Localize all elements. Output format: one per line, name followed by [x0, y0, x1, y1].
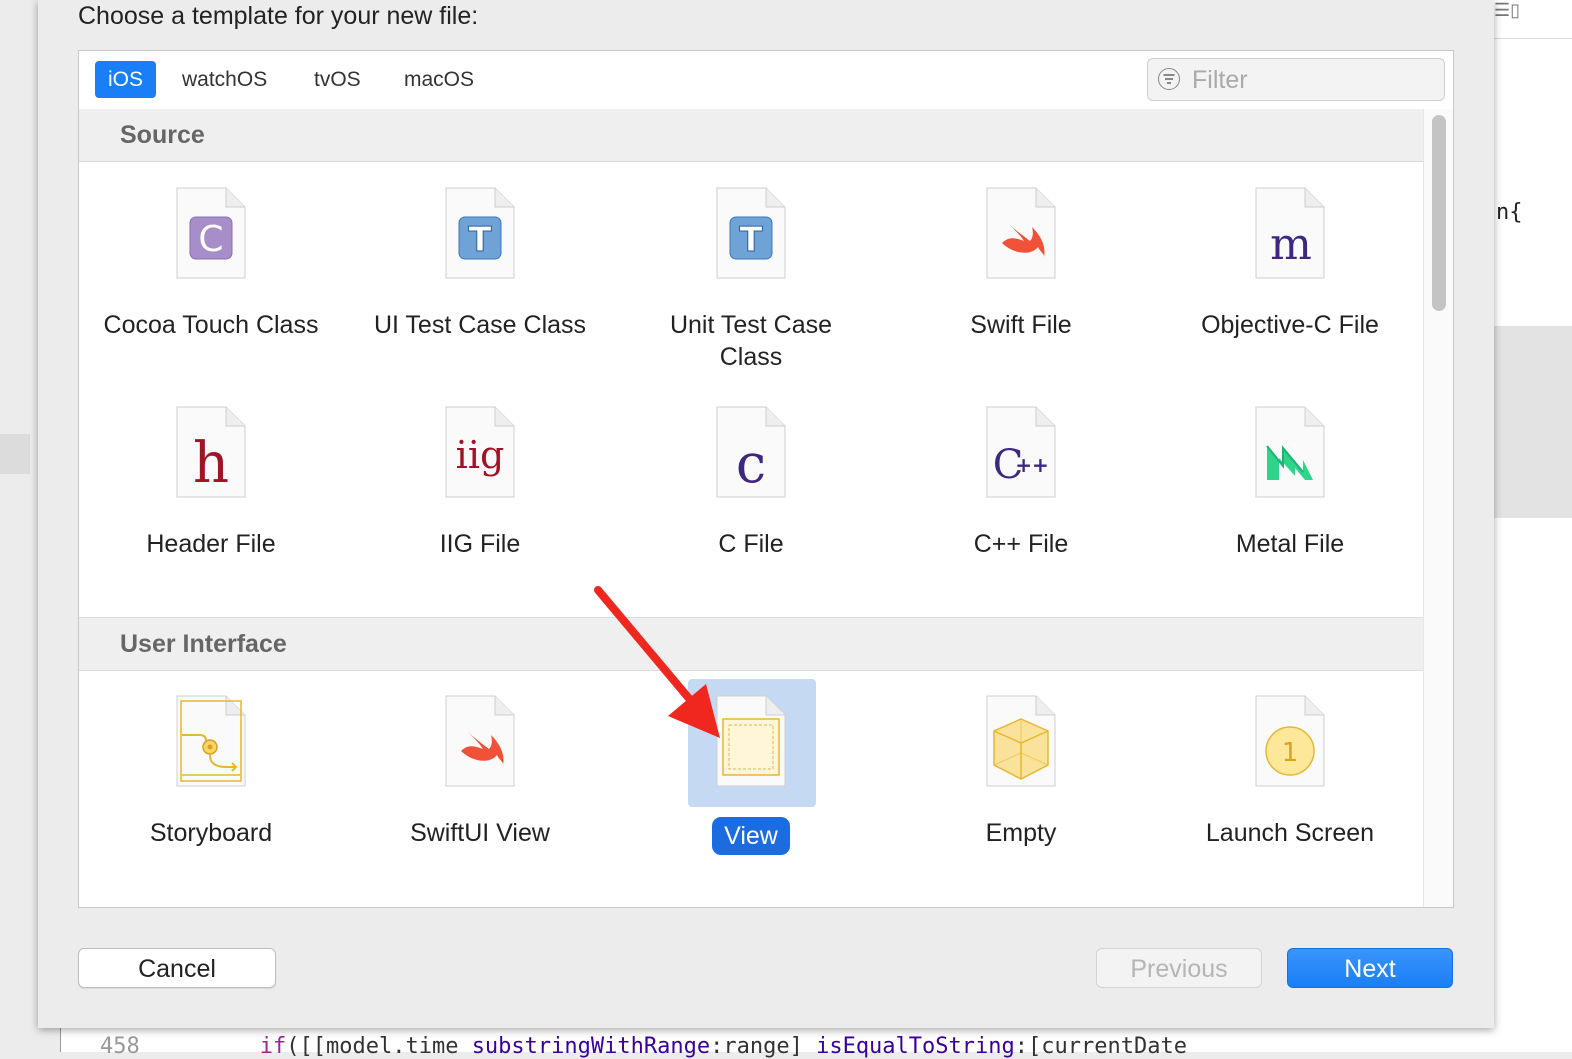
launch-screen-icon: 1 [1255, 695, 1325, 787]
tab-macos[interactable]: macOS [391, 61, 487, 98]
svg-text:h: h [193, 431, 229, 496]
code-keyword: if [259, 1034, 287, 1059]
new-file-sheet: Choose a template for your new file: iOS… [38, 0, 1494, 1028]
c-file-icon: c [716, 406, 786, 498]
section-title: Source [120, 121, 205, 149]
svg-text:1: 1 [1282, 738, 1299, 768]
template-label: View [641, 817, 861, 855]
template-label: C++ File [973, 530, 1069, 558]
scroll-thumb[interactable] [1432, 115, 1446, 311]
tab-watchos[interactable]: watchOS [169, 61, 280, 98]
view-icon [716, 695, 786, 787]
template-label: IIG File [439, 530, 521, 558]
selected-template-label: View [712, 817, 790, 855]
storyboard-icon [176, 695, 246, 787]
metal-file-icon [1255, 406, 1325, 498]
svg-text:T: T [739, 220, 763, 260]
filter-icon [1158, 68, 1180, 90]
editor-code-line: 458 if([[model.time substringWithRange:ra… [100, 1034, 1187, 1059]
template-label: UI Test Case Class [373, 311, 587, 339]
iig-file-icon: iig [445, 406, 515, 498]
code-function: isEqualToString [816, 1034, 1015, 1059]
section-header-user-interface: User Interface [79, 617, 1423, 671]
svg-text:iig: iig [456, 433, 505, 477]
dialog-prompt: Choose a template for your new file: [78, 2, 479, 30]
vertical-scrollbar[interactable] [1423, 109, 1453, 907]
editor-gutter-highlight [1494, 326, 1572, 518]
filter-field[interactable] [1147, 58, 1445, 101]
editor-divider [1494, 38, 1572, 39]
previous-button[interactable]: Previous [1096, 948, 1262, 988]
template-label: Cocoa Touch Class [103, 311, 319, 339]
objective-c-icon: m [1255, 187, 1325, 279]
ui-test-case-icon: T [445, 187, 515, 279]
template-label: Metal File [1235, 530, 1345, 558]
code-text: :[currentDate [1014, 1034, 1187, 1059]
code-text: ([[model.time [286, 1034, 472, 1059]
cpp-file-icon: C ++ [986, 406, 1056, 498]
svg-text:m: m [1270, 219, 1312, 270]
swift-icon [445, 695, 515, 787]
template-label: Storyboard [149, 819, 273, 847]
line-number: 458 [100, 1034, 140, 1059]
template-label: C File [718, 530, 784, 558]
cocoa-touch-class-icon: C [176, 187, 246, 279]
section-title: User Interface [120, 630, 287, 658]
cancel-button[interactable]: Cancel [78, 948, 276, 988]
template-label: Launch Screen [1205, 819, 1375, 847]
editor-layout-icon[interactable]: ☰▯ [1494, 0, 1534, 22]
template-panel: iOS watchOS tvOS macOS Source C [78, 50, 1454, 908]
code-function: substringWithRange [471, 1034, 711, 1059]
tab-tvos[interactable]: tvOS [301, 61, 374, 98]
next-button[interactable]: Next [1287, 948, 1453, 988]
template-label: SwiftUI View [410, 819, 550, 847]
filter-input[interactable] [1190, 63, 1434, 97]
template-label: Swift File [970, 311, 1072, 339]
svg-text:T: T [468, 220, 492, 260]
section-header-source: Source [79, 109, 1423, 162]
svg-text:++: ++ [1015, 453, 1049, 477]
tab-ios[interactable]: iOS [95, 61, 157, 98]
sidebar-highlight [0, 434, 30, 474]
template-label: Header File [146, 530, 276, 558]
empty-cube-icon [986, 695, 1056, 787]
svg-text:c: c [736, 432, 766, 495]
platform-tabbar: iOS watchOS tvOS macOS [79, 51, 1453, 110]
swift-icon [986, 187, 1056, 279]
template-label: Empty [985, 819, 1057, 847]
unit-test-case-icon: T [716, 187, 786, 279]
code-text: :range] [710, 1034, 817, 1059]
svg-text:C: C [198, 219, 223, 260]
editor-code-fragment: n{ [1496, 200, 1523, 225]
template-list: Source C Cocoa Touch Class T UI Test Cas… [79, 109, 1423, 907]
template-label: Unit Test Case Class [669, 311, 833, 371]
header-file-icon: h [176, 406, 246, 498]
editor-background [1494, 0, 1572, 1052]
template-label: Objective-C File [1201, 311, 1379, 339]
